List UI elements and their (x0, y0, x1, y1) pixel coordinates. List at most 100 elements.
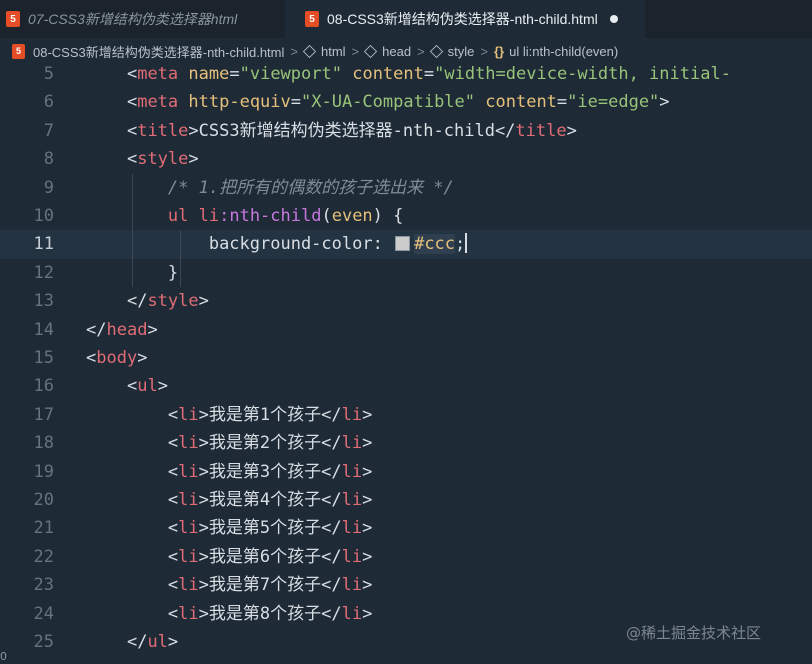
breadcrumb-style[interactable]: style (429, 44, 474, 59)
code-token: > (198, 546, 209, 567)
code-token: = (423, 64, 435, 84)
code-token: < (167, 575, 179, 596)
line-number: 25 (33, 632, 54, 652)
breadcrumb-head[interactable]: head (364, 44, 411, 59)
code-token: > (198, 461, 209, 482)
code-line[interactable]: 19 <li>我是第3个孩子</li> (0, 458, 812, 486)
color-swatch-icon[interactable] (395, 236, 411, 252)
code-token: li (341, 575, 363, 596)
line-number: 18 (33, 433, 54, 454)
code-content: </style> (86, 287, 209, 315)
code-line[interactable]: 6 <meta http-equiv="X-UA-Compatible" con… (0, 88, 812, 116)
line-number: 20 (33, 490, 54, 510)
code-token: title (137, 120, 189, 141)
line-number: 8 (43, 149, 54, 170)
code-line[interactable]: 14 </head> (0, 316, 812, 344)
code-token: /* 1.把所有的偶数的孩子选出来 */ (167, 177, 454, 198)
code-token: li (341, 546, 363, 567)
code-token: li (178, 461, 199, 482)
code-token: > (362, 575, 373, 596)
code-token: 4 (259, 490, 271, 510)
breadcrumb-file[interactable]: 08-CSS3新增结构伪类选择器-nth-child.html (33, 42, 284, 61)
line-number: 23 (33, 575, 54, 596)
corner-status-text: 0 (0, 650, 7, 663)
code-editor[interactable]: 5 <meta name="viewport" content="width=d… (0, 64, 812, 664)
code-token: > (198, 575, 209, 596)
code-token: "X-UA-Compatible" (301, 92, 476, 113)
code-content: <li>我是第2个孩子</li> (86, 429, 372, 457)
code-token: > (167, 632, 179, 652)
line-number: 5 (43, 64, 54, 84)
code-token: < (126, 120, 138, 141)
code-token: 个孩子 (270, 404, 322, 425)
code-content: <style> (86, 145, 199, 173)
breadcrumb-html[interactable]: html (302, 44, 346, 59)
code-token: 个孩子 (270, 546, 322, 567)
code-token: > (157, 376, 168, 397)
code-line[interactable]: 12 } (0, 259, 812, 287)
code-token: name (188, 64, 230, 84)
code-token: 3 (259, 461, 271, 482)
code-line[interactable]: 16 <ul> (0, 372, 812, 400)
code-line[interactable]: 17 <li>我是第1个孩子</li> (0, 401, 812, 429)
code-token: 个孩子 (270, 490, 322, 510)
code-token: </ (494, 120, 516, 141)
tab-label: 07-CSS3新增结构伪类选择器html (28, 11, 238, 27)
code-line[interactable]: 15 <body> (0, 344, 812, 372)
code-token: li (341, 490, 363, 510)
tab-07-css3[interactable]: 5 07-CSS3新增结构伪类选择器html (0, 0, 285, 38)
code-token: style (137, 149, 189, 170)
element-cube-icon (302, 44, 317, 58)
code-token: CSS3新增结构伪类选择器-nth-child (198, 120, 495, 141)
code-token: < (167, 404, 179, 425)
html5-icon: 5 (305, 11, 319, 27)
code-token: > (188, 120, 199, 141)
code-token: ( (321, 206, 332, 226)
code-line[interactable]: 21 <li>我是第5个孩子</li> (0, 514, 812, 542)
code-line[interactable]: 10 ul li:nth-child(even) { (0, 202, 812, 230)
tab-08-css3-nth-child[interactable]: 5 08-CSS3新增结构伪类选择器-nth-child.html (285, 0, 645, 38)
breadcrumb-rule[interactable]: {} ul li:nth-child(even) (494, 44, 618, 59)
code-token: li (341, 518, 363, 539)
code-token: > (188, 149, 199, 170)
code-content: background-color: #ccc; (86, 230, 468, 258)
code-token: 我是第 (208, 433, 260, 454)
code-token: ul (137, 376, 158, 397)
unsaved-dot-icon[interactable] (609, 15, 618, 23)
code-token: 我是第 (208, 546, 260, 567)
code-line[interactable]: 7 <title>CSS3新增结构伪类选择器-nth-child</title> (0, 117, 812, 145)
code-line[interactable]: 23 <li>我是第7个孩子</li> (0, 571, 812, 599)
code-token: ) (372, 206, 383, 226)
code-line[interactable]: 20 <li>我是第4个孩子</li> (0, 486, 812, 514)
code-content: <ul> (86, 372, 168, 400)
code-token: 我是第 (208, 404, 260, 425)
line-number: 19 (33, 461, 54, 482)
code-line[interactable]: 18 <li>我是第2个孩子</li> (0, 429, 812, 457)
code-token: ul (167, 206, 189, 226)
code-line[interactable]: 9 /* 1.把所有的偶数的孩子选出来 */ (0, 174, 812, 202)
line-number: 10 (33, 206, 54, 226)
code-token: li (178, 490, 199, 510)
code-line[interactable]: 8 <style> (0, 145, 812, 173)
code-token: </ (321, 518, 342, 539)
code-line[interactable]: 22 <li>我是第6个孩子</li> (0, 543, 812, 571)
code-token: </ (321, 546, 342, 567)
code-line[interactable]: 13 </style> (0, 287, 812, 315)
code-token: li (341, 461, 363, 482)
code-token: head (106, 319, 148, 340)
code-token: 个孩子 (270, 433, 322, 454)
code-token: { (382, 206, 404, 226)
code-line[interactable]: 11 background-color: #ccc; (0, 230, 812, 259)
code-token: li (178, 575, 199, 596)
code-line[interactable]: 5 <meta name="viewport" content="width=d… (0, 60, 812, 88)
code-token: li (341, 433, 363, 454)
code-token: 我是第 (208, 461, 260, 482)
code-token: li (178, 546, 199, 567)
code-token: </ (86, 319, 107, 340)
